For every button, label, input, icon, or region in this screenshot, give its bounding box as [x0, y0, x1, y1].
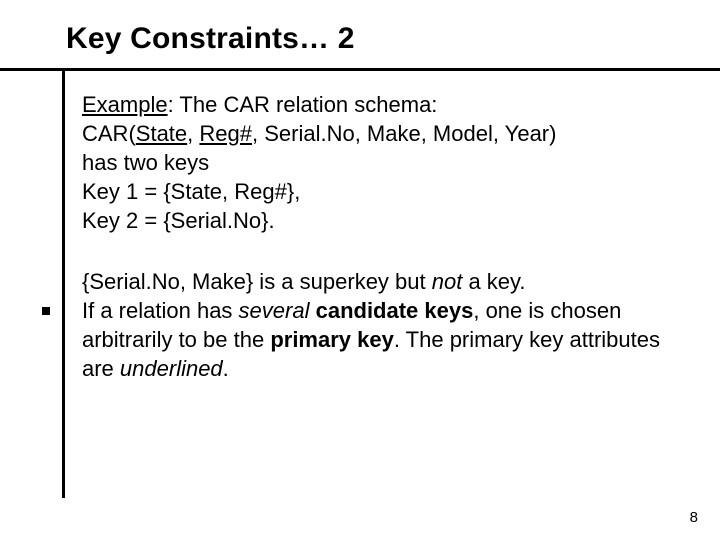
horizontal-rule — [0, 68, 720, 71]
l2-comma1: , — [187, 121, 199, 146]
p2-l2a: If a relation has — [82, 298, 239, 323]
p2-underlined: underlined — [120, 356, 223, 381]
vertical-rule — [62, 68, 65, 498]
p2-l1b: a key. — [462, 269, 525, 294]
p2-candidate-keys: candidate keys — [316, 298, 474, 323]
paragraph-2-row: {Serial.No, Make} is a superkey but not … — [82, 267, 672, 383]
p2-primary-key: primary key — [270, 327, 394, 352]
l2-rest: , Serial.No, Make, Model, Year) — [252, 121, 556, 146]
p2-l1a: {Serial.No, Make} is a superkey but — [82, 269, 432, 294]
p2-l2e: . — [223, 356, 229, 381]
p2-not: not — [432, 269, 463, 294]
line-2: CAR(State, Reg#, Serial.No, Make, Model,… — [82, 119, 672, 148]
title-wrap: Key Constraints… 2 — [66, 22, 355, 56]
example-label: Example — [82, 92, 168, 117]
l2-car: CAR( — [82, 121, 136, 146]
line-5: Key 2 = {Serial.No}. — [82, 206, 672, 235]
bullet-square-icon — [42, 307, 50, 315]
slide-body: Example: The CAR relation schema: CAR(St… — [82, 90, 672, 383]
l2-state: State — [136, 121, 187, 146]
slide-title: Key Constraints… 2 — [66, 22, 355, 56]
slide: Key Constraints… 2 Example: The CAR rela… — [0, 0, 720, 540]
line-3: has two keys — [82, 148, 672, 177]
l2-reg: Reg# — [199, 121, 252, 146]
p2-several: several — [239, 298, 310, 323]
paragraph-2: {Serial.No, Make} is a superkey but not … — [82, 267, 672, 383]
line-1-rest: : The CAR relation schema: — [168, 92, 438, 117]
paragraph-1: Example: The CAR relation schema: CAR(St… — [82, 90, 672, 235]
line-1: Example: The CAR relation schema: — [82, 90, 672, 119]
page-number: 8 — [690, 509, 698, 526]
line-4: Key 1 = {State, Reg#}, — [82, 177, 672, 206]
